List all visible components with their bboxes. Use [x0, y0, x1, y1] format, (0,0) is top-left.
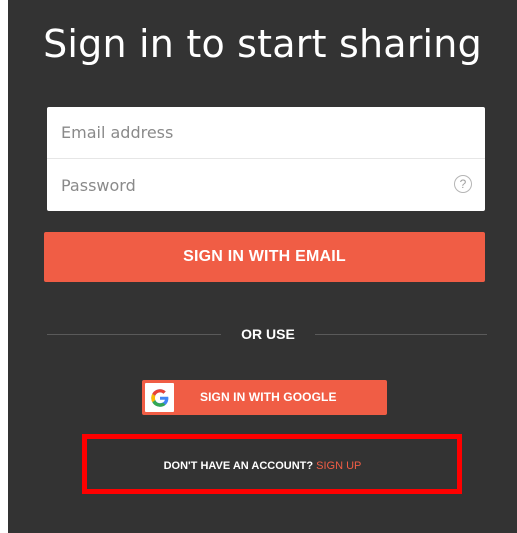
credentials-form: ? — [47, 107, 485, 211]
signin-panel: Sign in to start sharing ? SIGN IN WITH … — [8, 0, 517, 533]
page-title: Sign in to start sharing — [43, 22, 482, 66]
sign-in-with-google-button[interactable]: SIGN IN WITH GOOGLE — [142, 380, 387, 415]
divider-line-right — [315, 334, 487, 335]
password-field-row: ? — [47, 159, 485, 211]
email-field-row — [47, 107, 485, 159]
question-circle-icon[interactable]: ? — [454, 175, 472, 193]
google-g-icon — [150, 388, 168, 407]
password-field[interactable] — [47, 159, 485, 211]
signup-prompt-text: DON'T HAVE AN ACCOUNT? — [163, 460, 314, 472]
email-field[interactable] — [47, 107, 485, 158]
or-use-divider-label: OR USE — [241, 326, 295, 342]
sign-in-with-email-button[interactable]: SIGN IN WITH EMAIL — [44, 232, 485, 282]
divider-line-left — [47, 334, 221, 335]
google-logo-icon — [145, 383, 174, 412]
signup-prompt-row: DON'T HAVE AN ACCOUNT? SIGN UP — [8, 460, 517, 472]
google-button-label: SIGN IN WITH GOOGLE — [200, 390, 337, 404]
sign-up-link[interactable]: SIGN UP — [316, 460, 361, 472]
